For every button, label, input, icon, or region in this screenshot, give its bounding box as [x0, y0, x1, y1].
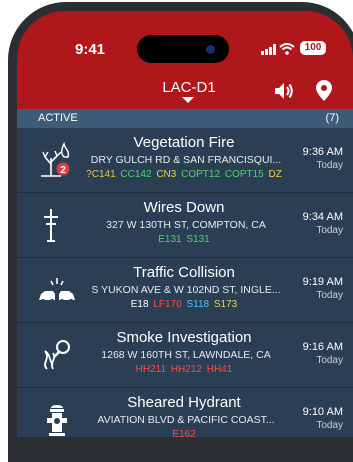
incident-day: Today — [316, 420, 343, 431]
smoke-investigation-icon — [44, 340, 70, 370]
location-pin-icon[interactable] — [316, 80, 332, 101]
unit-tag: CN3 — [156, 169, 177, 180]
incident-row[interactable]: Traffic Collision S YUKON AVE & W 102ND … — [17, 258, 353, 323]
status-time: 9:41 — [75, 41, 106, 58]
incident-time: 9:19 AM Today — [303, 275, 343, 303]
battery-indicator: 100 — [300, 41, 326, 55]
unit-tag: E18 — [130, 299, 149, 310]
incident-row[interactable]: Smoke Investigation 1268 W 160TH ST, LAW… — [17, 323, 353, 388]
unit-tag: COPT15 — [224, 169, 264, 180]
unit-list: E162 — [79, 429, 289, 437]
incident-time-value: 9:16 AM — [302, 341, 343, 353]
incident-title: Sheared Hydrant — [127, 394, 241, 411]
unit-tag: S118 — [186, 299, 210, 310]
incident-time-value: 9:34 AM — [302, 211, 343, 223]
incident-day: Today — [316, 225, 343, 236]
camera-icon — [206, 45, 215, 54]
dynamic-island — [137, 35, 229, 63]
incident-badge: 2 — [60, 165, 66, 176]
incident-address: DRY GULCH RD & SAN FRANCISQUI... — [90, 154, 282, 166]
unit-tag: CC142 — [120, 169, 152, 180]
channel-selector[interactable]: LAC-D1 — [159, 79, 219, 96]
incident-address: 327 W 130TH ST, COMPTON, CA — [106, 219, 266, 231]
incident-day: Today — [316, 355, 343, 366]
incident-title: Smoke Investigation — [116, 329, 252, 346]
unit-tag: HH211 — [135, 364, 167, 375]
incident-time: 9:36 AM Today — [303, 145, 343, 173]
wires-down-icon — [44, 209, 58, 242]
incident-title: Traffic Collision — [133, 264, 235, 281]
incident-row[interactable]: Sheared Hydrant AVIATION BLVD & PACIFIC … — [17, 388, 353, 437]
traffic-collision-icon — [39, 278, 75, 303]
wifi-icon — [279, 43, 295, 55]
incident-row[interactable]: 2 Vegetation Fire DRY GULCH RD & SAN FRA… — [17, 128, 353, 193]
unit-tag: HH41 — [206, 364, 233, 375]
signal-icon — [261, 44, 276, 55]
unit-list: HH211 HH212 HH41 — [79, 364, 289, 375]
incident-time-value: 9:10 AM — [302, 406, 343, 418]
unit-tag: E131 — [158, 234, 182, 245]
unit-tag: S131 — [186, 234, 210, 245]
section-count: (7) — [325, 112, 339, 124]
app-header: 9:41 100 LAC-D1 — [17, 11, 353, 109]
unit-tag: COPT12 — [181, 169, 221, 180]
chevron-down-icon[interactable] — [182, 97, 194, 104]
unit-list: E18 LF170 S118 S173 — [79, 299, 289, 310]
incident-time: 9:16 AM Today — [303, 340, 343, 368]
incident-address: 1268 W 160TH ST, LAWNDALE, CA — [101, 349, 271, 361]
incident-title: Wires Down — [143, 199, 225, 216]
incident-time-value: 9:36 AM — [302, 146, 343, 158]
unit-list: E131 S131 — [79, 234, 289, 245]
unit-tag: LF170 — [153, 299, 182, 310]
incident-row[interactable]: Wires Down 327 W 130TH ST, COMPTON, CA E… — [17, 193, 353, 258]
unit-tag: S173 — [213, 299, 238, 310]
incident-list: 2 Vegetation Fire DRY GULCH RD & SAN FRA… — [17, 128, 353, 437]
incident-day: Today — [316, 160, 343, 171]
incident-address: AVIATION BLVD & PACIFIC COAST... — [97, 414, 275, 426]
fire-hydrant-icon — [47, 405, 67, 436]
unit-tag: HH212 — [170, 364, 202, 375]
unit-list: ?C141 CC142 CN3 COPT12 COPT15 DZ — [79, 169, 289, 180]
speaker-icon[interactable] — [273, 81, 295, 101]
unit-tag: DZ — [268, 169, 282, 180]
unit-tag: ?C141 — [86, 169, 116, 180]
vegetation-fire-icon: 2 — [41, 141, 70, 177]
incident-time-value: 9:19 AM — [302, 276, 343, 288]
app-screen: 9:41 100 LAC-D1 ACTIVE (7) 2 Vegetation … — [17, 11, 353, 437]
unit-tag: E162 — [172, 429, 196, 437]
section-title: ACTIVE — [38, 112, 78, 124]
incident-time: 9:34 AM Today — [303, 210, 343, 238]
incident-title: Vegetation Fire — [133, 134, 235, 151]
incident-day: Today — [316, 290, 343, 301]
incident-address: S YUKON AVE & W 102ND ST, INGLE... — [91, 284, 281, 296]
section-header-active: ACTIVE (7) — [17, 109, 353, 128]
incident-time: 9:10 AM Today — [303, 405, 343, 433]
